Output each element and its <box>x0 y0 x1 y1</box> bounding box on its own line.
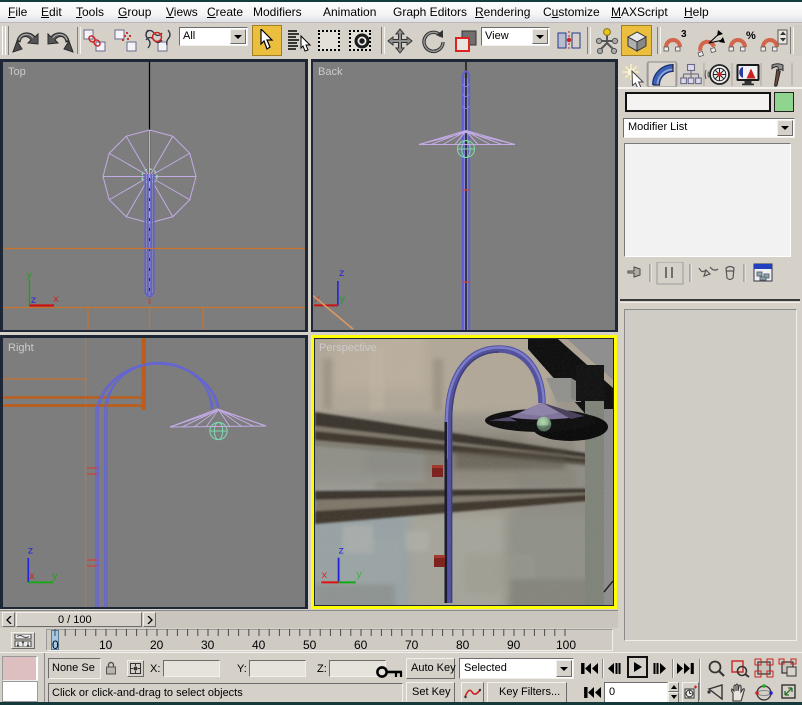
svg-text:y: y <box>339 295 345 306</box>
svg-text:Back: Back <box>318 66 343 78</box>
svg-text:60: 60 <box>354 638 368 651</box>
svg-text:70: 70 <box>405 638 419 651</box>
svg-text:20: 20 <box>150 638 164 651</box>
svg-text:90: 90 <box>507 638 521 651</box>
svg-text:Right: Right <box>8 342 34 354</box>
svg-text:x: x <box>321 571 327 582</box>
svg-text:Top: Top <box>8 66 26 78</box>
svg-text:x: x <box>53 295 59 306</box>
svg-text:10: 10 <box>99 638 113 651</box>
svg-text:3: 3 <box>681 29 687 40</box>
svg-text:z: z <box>28 547 34 558</box>
svg-text:0: 0 <box>52 638 59 651</box>
svg-text:y: y <box>26 271 32 282</box>
svg-text:Perspective: Perspective <box>319 342 376 354</box>
svg-text:%: % <box>746 30 756 42</box>
svg-text:y: y <box>52 572 58 583</box>
svg-text:x: x <box>29 572 35 583</box>
svg-text:30: 30 <box>201 638 215 651</box>
svg-text:z: z <box>339 269 345 280</box>
svg-text:100: 100 <box>556 638 576 651</box>
svg-text:y: y <box>356 571 362 582</box>
svg-text:50: 50 <box>303 638 317 651</box>
svg-text:40: 40 <box>252 638 266 651</box>
svg-text:80: 80 <box>456 638 470 651</box>
svg-text:z: z <box>338 547 344 558</box>
